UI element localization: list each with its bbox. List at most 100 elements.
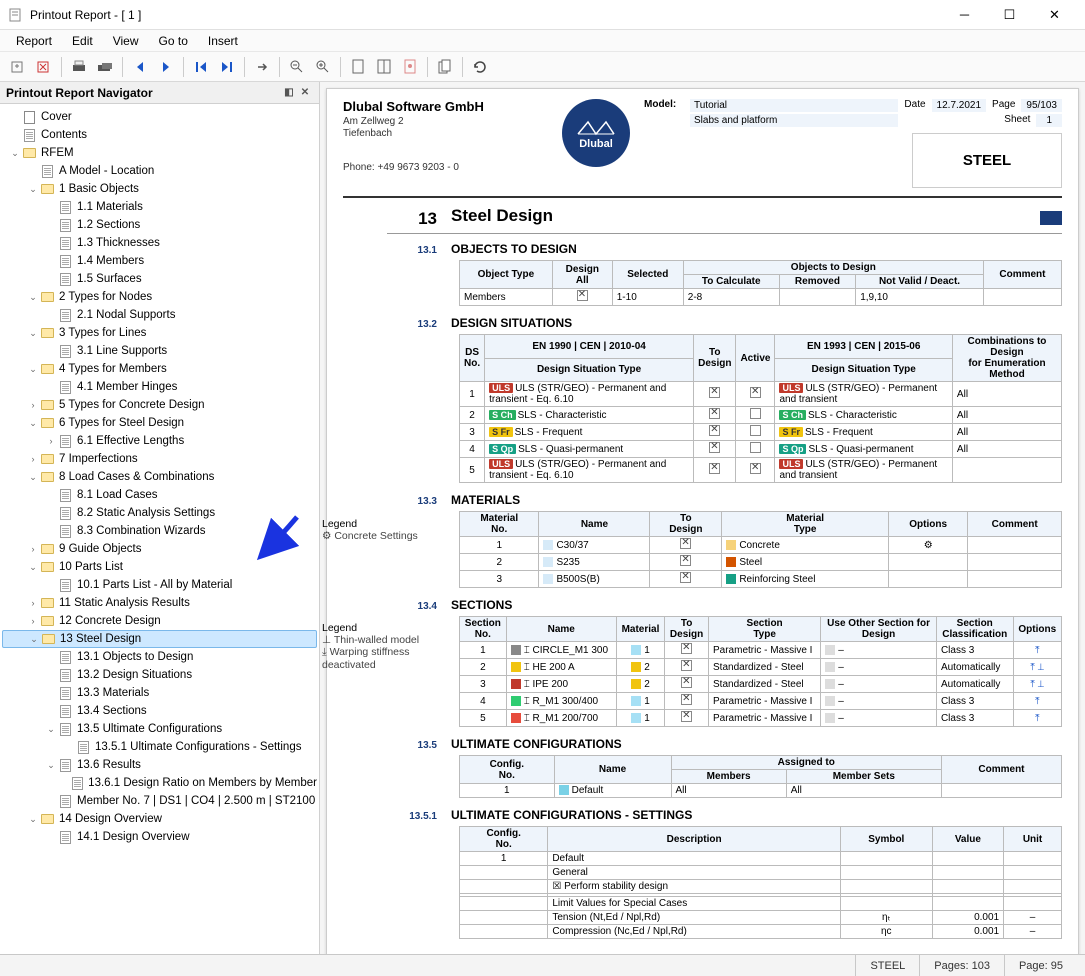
tree-item[interactable]: ›11 Static Analysis Results xyxy=(2,594,317,612)
status-steel: STEEL xyxy=(855,955,919,976)
toolbar-last-icon[interactable] xyxy=(215,55,239,79)
toolbar-prev-icon[interactable] xyxy=(128,55,152,79)
menu-insert[interactable]: Insert xyxy=(198,34,248,48)
tree-item[interactable]: Contents xyxy=(2,126,317,144)
tree-item[interactable]: 1.2 Sections xyxy=(2,216,317,234)
toolbar-pages-icon[interactable] xyxy=(372,55,396,79)
tree-label: 13.1 Objects to Design xyxy=(75,651,193,663)
folder-icon xyxy=(40,416,54,430)
tree-item[interactable]: 13.6.1 Design Ratio on Members by Member xyxy=(2,774,317,792)
date-value: 12.7.2021 xyxy=(932,99,987,112)
doc-icon xyxy=(58,506,72,520)
tree-label: A Model - Location xyxy=(57,165,154,177)
tree-item[interactable]: 8.1 Load Cases xyxy=(2,486,317,504)
tree-item[interactable]: ⌄10 Parts List xyxy=(2,558,317,576)
sheet-label: Sheet xyxy=(1004,114,1030,127)
menu-report[interactable]: Report xyxy=(6,34,62,48)
project-value: Slabs and platform xyxy=(690,114,898,127)
menu-bar: Report Edit View Go to Insert xyxy=(0,30,1085,52)
tree-item[interactable]: 1.1 Materials xyxy=(2,198,317,216)
toolbar-copy-icon[interactable] xyxy=(433,55,457,79)
tree-item[interactable]: 8.3 Combination Wizards xyxy=(2,522,317,540)
tree-item[interactable]: ›12 Concrete Design xyxy=(2,612,317,630)
close-button[interactable]: ✕ xyxy=(1032,0,1077,30)
table-design-situations: DSNo.EN 1990 | CEN | 2010-04ToDesignActi… xyxy=(459,334,1062,483)
tree-label: RFEM xyxy=(39,147,74,159)
tree-item[interactable]: 1.4 Members xyxy=(2,252,317,270)
tree-item[interactable]: A Model - Location xyxy=(2,162,317,180)
close-panel-icon[interactable]: ✕ xyxy=(297,85,313,101)
toolbar-export-icon[interactable] xyxy=(6,55,30,79)
maximize-button[interactable]: ☐ xyxy=(987,0,1032,30)
tree-label: 13.6.1 Design Ratio on Members by Member xyxy=(86,777,317,789)
tree-item[interactable]: Member No. 7 | DS1 | CO4 | 2.500 m | ST2… xyxy=(2,792,317,810)
doc-icon xyxy=(58,218,72,232)
tree-item[interactable]: ⌄13 Steel Design xyxy=(2,630,317,648)
tree-item[interactable]: ⌄6 Types for Steel Design xyxy=(2,414,317,432)
doc-icon xyxy=(22,128,36,142)
tree-label: 10 Parts List xyxy=(57,561,123,573)
toolbar-next-icon[interactable] xyxy=(154,55,178,79)
model-value: Tutorial xyxy=(690,99,898,112)
tree-item[interactable]: ⌄13.5 Ultimate Configurations xyxy=(2,720,317,738)
tree-item[interactable]: ⌄14 Design Overview xyxy=(2,810,317,828)
doc-icon xyxy=(58,686,72,700)
tree-item[interactable]: ›7 Imperfections xyxy=(2,450,317,468)
navigator-tree[interactable]: CoverContents⌄RFEM A Model - Location ⌄1 B… xyxy=(0,104,319,954)
toolbar-first-icon[interactable] xyxy=(189,55,213,79)
company-addr1: Am Zellweg 2 xyxy=(343,116,548,128)
menu-edit[interactable]: Edit xyxy=(62,34,103,48)
toolbar-print-all-icon[interactable] xyxy=(93,55,117,79)
sheet-value: 1 xyxy=(1036,114,1062,127)
sec-13-title: Steel Design xyxy=(451,206,1040,229)
tree-item[interactable]: 3.1 Line Supports xyxy=(2,342,317,360)
tree-label: 10.1 Parts List - All by Material xyxy=(75,579,232,591)
toolbar-refresh-icon[interactable] xyxy=(468,55,492,79)
tree-item[interactable]: 13.5.1 Ultimate Configurations - Setting… xyxy=(2,738,317,756)
tree-item[interactable]: 10.1 Parts List - All by Material xyxy=(2,576,317,594)
toolbar-zoom-in-icon[interactable] xyxy=(311,55,335,79)
tree-label: 14 Design Overview xyxy=(57,813,162,825)
tree-item[interactable]: 14.1 Design Overview xyxy=(2,828,317,846)
tree-item[interactable]: ⌄4 Types for Members xyxy=(2,360,317,378)
toolbar-settings-icon[interactable] xyxy=(398,55,422,79)
tree-item[interactable]: ›9 Guide Objects xyxy=(2,540,317,558)
tree-item[interactable]: Cover xyxy=(2,108,317,126)
toolbar-print-icon[interactable] xyxy=(67,55,91,79)
toolbar-page-icon[interactable] xyxy=(346,55,370,79)
toolbar-goto-icon[interactable] xyxy=(250,55,274,79)
tree-item[interactable]: ⌄RFEM xyxy=(2,144,317,162)
tree-label: 1 Basic Objects xyxy=(57,183,139,195)
tree-item[interactable]: 13.2 Design Situations xyxy=(2,666,317,684)
tree-item[interactable]: 13.1 Objects to Design xyxy=(2,648,317,666)
tree-item[interactable]: 1.5 Surfaces xyxy=(2,270,317,288)
minimize-button[interactable]: ─ xyxy=(942,0,987,30)
sec-133-title: MATERIALS xyxy=(451,493,1078,507)
report-content[interactable]: Dlubal Software GmbH Am Zellweg 2 Tiefen… xyxy=(320,82,1085,954)
company-addr2: Tiefenbach xyxy=(343,128,548,140)
doc-icon xyxy=(58,650,72,664)
tree-label: 8.2 Static Analysis Settings xyxy=(75,507,215,519)
toolbar-zoom-out-icon[interactable] xyxy=(285,55,309,79)
tree-item[interactable]: ›6.1 Effective Lengths xyxy=(2,432,317,450)
menu-goto[interactable]: Go to xyxy=(149,34,198,48)
toolbar-delete-icon[interactable] xyxy=(32,55,56,79)
undock-icon[interactable]: ◧ xyxy=(281,85,297,101)
doc-icon xyxy=(58,434,72,448)
tree-label: 3.1 Line Supports xyxy=(75,345,167,357)
tree-item[interactable]: ⌄1 Basic Objects xyxy=(2,180,317,198)
table-uc: Config.No.NameAssigned toComment Members… xyxy=(459,755,1062,798)
tree-item[interactable]: 1.3 Thicknesses xyxy=(2,234,317,252)
tree-item[interactable]: 13.4 Sections xyxy=(2,702,317,720)
menu-view[interactable]: View xyxy=(103,34,149,48)
tree-item[interactable]: ⌄13.6 Results xyxy=(2,756,317,774)
tree-item[interactable]: ⌄8 Load Cases & Combinations xyxy=(2,468,317,486)
tree-item[interactable]: 8.2 Static Analysis Settings xyxy=(2,504,317,522)
tree-item[interactable]: ⌄3 Types for Lines xyxy=(2,324,317,342)
tree-item[interactable]: ›5 Types for Concrete Design xyxy=(2,396,317,414)
tree-item[interactable]: 13.3 Materials xyxy=(2,684,317,702)
tree-item[interactable]: 4.1 Member Hinges xyxy=(2,378,317,396)
tree-item[interactable]: 2.1 Nodal Supports xyxy=(2,306,317,324)
folder-icon xyxy=(40,452,54,466)
tree-item[interactable]: ⌄2 Types for Nodes xyxy=(2,288,317,306)
